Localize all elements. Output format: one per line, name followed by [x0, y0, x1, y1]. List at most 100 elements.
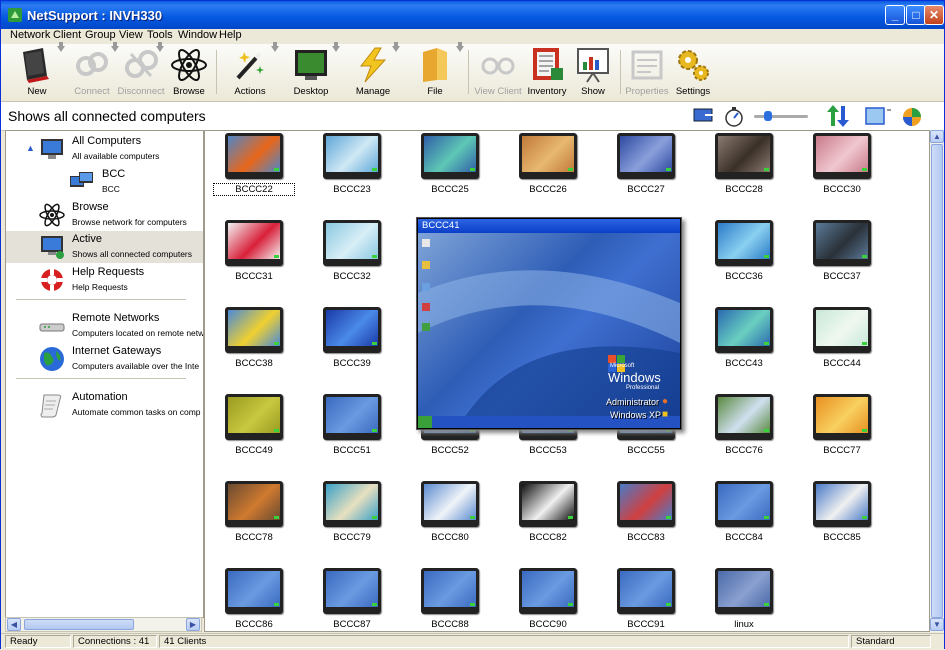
desktop-button[interactable]: Desktop — [289, 44, 333, 100]
scroll-up-icon[interactable]: ▲ — [930, 130, 944, 143]
scroll-left-icon[interactable]: ◀ — [7, 618, 21, 631]
new-dropdown-arrow[interactable] — [57, 42, 65, 52]
sort-arrows-icon[interactable] — [823, 104, 857, 128]
menu-group[interactable]: Group — [85, 29, 116, 41]
menu-network[interactable]: Network — [10, 29, 50, 41]
layout-icon[interactable] — [863, 104, 893, 128]
sidebar-item-active[interactable]: Active Shows all connected computers — [6, 231, 203, 263]
sidebar-item-automation[interactable]: Automation Automate common tasks on comp — [6, 389, 203, 421]
client-thumbnail[interactable]: BCCC23 — [322, 131, 382, 195]
client-thumbnail[interactable]: BCCC38 — [224, 305, 284, 369]
disconnect-dropdown-arrow[interactable] — [156, 42, 164, 52]
client-thumbnail[interactable]: BCCC78 — [224, 479, 284, 543]
scrollbar-thumb[interactable] — [931, 144, 943, 618]
client-thumbnail[interactable]: BCCC31 — [224, 218, 284, 282]
zoom-slider[interactable] — [754, 111, 808, 121]
show-screen-icon[interactable] — [691, 104, 717, 128]
disconnect-button[interactable]: Disconnect — [116, 44, 166, 100]
client-thumbnail[interactable]: BCCC76 — [714, 392, 774, 456]
desktop-dropdown-arrow[interactable] — [332, 42, 340, 52]
menu-client[interactable]: Client — [53, 29, 81, 41]
sidebar-item-browse[interactable]: Browse Browse network for computers — [6, 199, 203, 231]
client-thumbnail[interactable]: BCCC27 — [616, 131, 676, 195]
file-button[interactable]: File — [413, 44, 457, 100]
client-thumbnail[interactable]: BCCC28 — [714, 131, 774, 195]
menu-view[interactable]: View — [119, 29, 143, 41]
sidebar-item-all-computers[interactable]: ▲ All Computers All available computers — [6, 133, 203, 165]
client-preview-popup[interactable]: BCCC41 Microsoft Windows Professional Ad… — [416, 217, 682, 430]
browse-button[interactable]: Browse — [167, 44, 211, 100]
actions-button[interactable]: Actions — [227, 44, 273, 100]
client-name: BCCC79 — [333, 532, 371, 543]
view-client-button[interactable]: View Client — [473, 44, 523, 100]
client-thumbnail[interactable]: BCCC85 — [812, 479, 872, 543]
manage-dropdown-arrow[interactable] — [392, 42, 400, 52]
sidebar-item-bcc[interactable]: BCC BCC — [6, 166, 203, 198]
client-thumbnail[interactable]: BCCC39 — [322, 305, 382, 369]
main-vertical-scrollbar[interactable]: ▲ ▼ — [930, 130, 944, 632]
sidebar-horizontal-scrollbar[interactable]: ◀ ▶ — [5, 617, 202, 632]
client-thumbnail[interactable]: BCCC82 — [518, 479, 578, 543]
client-thumbnail[interactable]: BCCC43 — [714, 305, 774, 369]
client-thumbnail[interactable]: BCCC37 — [812, 218, 872, 282]
connect-button[interactable]: Connect — [69, 44, 115, 100]
scroll-down-icon[interactable]: ▼ — [930, 618, 944, 631]
zoom-slider-knob[interactable] — [764, 111, 772, 121]
properties-button[interactable]: Properties — [623, 44, 671, 100]
title-bar[interactable]: NetSupport : INVH330 _ □ ✕ — [1, 1, 944, 29]
client-thumbnail[interactable]: BCCC84 — [714, 479, 774, 543]
client-thumbnail[interactable]: BCCC25 — [420, 131, 480, 195]
client-thumbnail[interactable]: BCCC22 — [213, 131, 295, 196]
sidebar-item-name: Active — [72, 233, 102, 245]
client-thumbnail[interactable]: linux — [714, 566, 774, 630]
client-thumbnail[interactable]: BCCC32 — [322, 218, 382, 282]
collapse-triangle-icon[interactable]: ▲ — [26, 143, 35, 153]
show-button[interactable]: Show — [571, 44, 615, 100]
client-thumbnail[interactable]: BCCC86 — [224, 566, 284, 630]
maximize-button[interactable]: □ — [906, 5, 926, 25]
client-thumbnail[interactable]: BCCC51 — [322, 392, 382, 456]
sidebar-item-name: Remote Networks — [72, 312, 160, 324]
actions-dropdown-arrow[interactable] — [271, 42, 279, 52]
client-thumbnail[interactable]: BCCC87 — [322, 566, 382, 630]
sidebar-item-name: Browse — [72, 201, 109, 213]
monitor-icon — [323, 307, 381, 353]
stopwatch-icon[interactable] — [723, 104, 747, 128]
inventory-button[interactable]: Inventory — [525, 44, 569, 100]
menu-help[interactable]: Help — [219, 29, 242, 41]
sidebar-item-internet-gateways[interactable]: Internet Gateways Computers available ov… — [6, 343, 203, 375]
client-thumbnail[interactable]: BCCC26 — [518, 131, 578, 195]
client-thumbnail[interactable]: BCCC91 — [616, 566, 676, 630]
client-thumbnail[interactable]: BCCC79 — [322, 479, 382, 543]
menu-window[interactable]: Window — [178, 29, 217, 41]
settings-button[interactable]: Settings — [671, 44, 715, 100]
client-thumbnail[interactable]: BCCC77 — [812, 392, 872, 456]
client-thumbnail[interactable]: BCCC90 — [518, 566, 578, 630]
client-thumbnail[interactable]: BCCC80 — [420, 479, 480, 543]
sidebar-item-remote-networks[interactable]: Remote Networks Computers located on rem… — [6, 310, 203, 342]
client-screen — [718, 136, 770, 172]
scrollbar-thumb[interactable] — [24, 619, 134, 630]
client-thumbnail[interactable]: BCCC30 — [812, 131, 872, 195]
online-indicator — [274, 168, 279, 171]
client-thumbnail[interactable]: BCCC88 — [420, 566, 480, 630]
file-dropdown-arrow[interactable] — [456, 42, 464, 52]
manage-button[interactable]: Manage — [351, 44, 395, 100]
scroll-right-icon[interactable]: ▶ — [186, 618, 200, 631]
menu-tools[interactable]: Tools — [147, 29, 173, 41]
sidebar-item-help-requests[interactable]: Help Requests Help Requests — [6, 264, 203, 296]
monitor-icon — [715, 394, 773, 440]
client-thumbnail[interactable]: BCCC83 — [616, 479, 676, 543]
close-button[interactable]: ✕ — [924, 5, 944, 25]
color-globe-icon[interactable] — [901, 104, 929, 128]
monitor-icon — [323, 220, 381, 266]
sidebar-item-name: Help Requests — [72, 266, 145, 278]
client-thumbnail[interactable]: BCCC49 — [224, 392, 284, 456]
inventory-icon — [533, 48, 563, 80]
client-screen — [228, 223, 280, 259]
online-indicator — [372, 603, 377, 606]
client-thumbnail[interactable]: BCCC36 — [714, 218, 774, 282]
client-thumbnail[interactable]: BCCC44 — [812, 305, 872, 369]
minimize-button[interactable]: _ — [885, 5, 905, 25]
new-button[interactable]: New — [14, 44, 60, 100]
